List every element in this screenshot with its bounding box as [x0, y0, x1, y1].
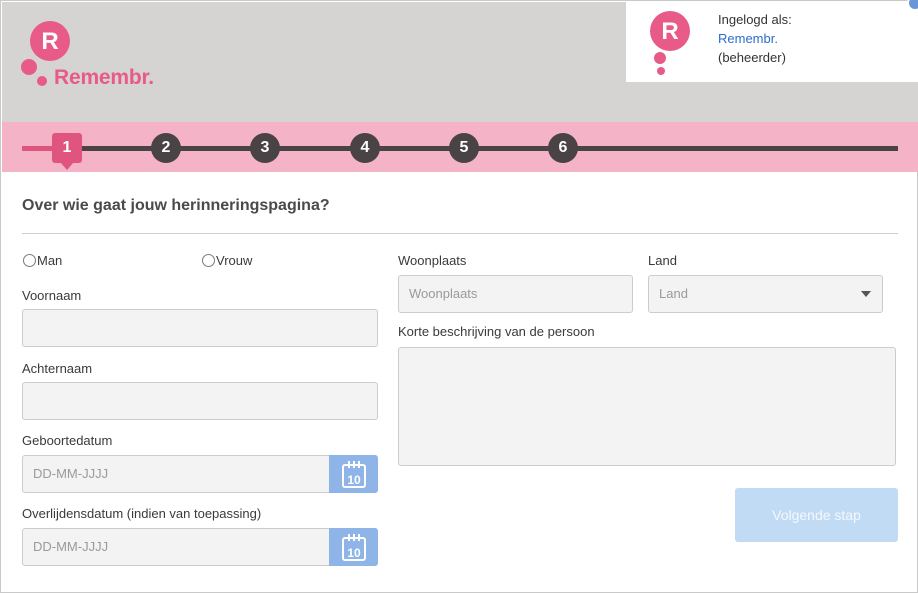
- calendar-day: 10: [347, 546, 361, 560]
- step-6[interactable]: 6: [548, 133, 578, 163]
- country-label: Land: [648, 253, 677, 268]
- description-textarea[interactable]: [398, 347, 896, 466]
- description-label: Korte beschrijving van de persoon: [398, 324, 595, 339]
- user-avatar-icon: R: [650, 11, 690, 75]
- svg-text:R: R: [41, 28, 58, 55]
- page-frame: R Remembr. R Ingelogd als: Remembr. (beh…: [0, 0, 918, 593]
- death-date-field[interactable]: DD-MM-JJJJ: [22, 528, 330, 566]
- user-role: (beheerder): [718, 50, 786, 65]
- calendar-icon: 10: [342, 534, 366, 561]
- last-name-label: Achternaam: [22, 361, 93, 376]
- brand-name: Remembr.: [54, 66, 154, 89]
- city-field[interactable]: Woonplaats: [398, 275, 633, 313]
- gender-male-label: Man: [37, 253, 63, 268]
- step-2[interactable]: 2: [151, 133, 181, 163]
- city-label: Woonplaats: [398, 253, 467, 268]
- country-select[interactable]: Land: [648, 275, 883, 313]
- gender-female-label: Vrouw: [216, 253, 253, 268]
- progress-stepper: 1 2 3 4 5 6: [2, 122, 918, 172]
- first-name-label: Voornaam: [22, 288, 82, 303]
- calendar-day: 10: [347, 473, 361, 487]
- chevron-down-icon: [861, 291, 871, 297]
- death-date-calendar-button[interactable]: 10: [329, 528, 378, 566]
- step-4[interactable]: 4: [350, 133, 380, 163]
- gender-male-radio[interactable]: Man: [23, 253, 62, 268]
- birth-date-field[interactable]: DD-MM-JJJJ: [22, 455, 330, 493]
- logged-in-label: Ingelogd als:: [718, 12, 792, 27]
- birth-date-calendar-button[interactable]: 10: [329, 455, 378, 493]
- step-5[interactable]: 5: [449, 133, 479, 163]
- step-3[interactable]: 3: [250, 133, 280, 163]
- last-name-field[interactable]: [22, 382, 378, 420]
- radio-icon[interactable]: [202, 254, 215, 267]
- calendar-icon: 10: [342, 461, 366, 488]
- radio-icon[interactable]: [23, 254, 36, 267]
- form-title: Over wie gaat jouw herinneringspagina?: [22, 197, 330, 214]
- death-date-label: Overlijdensdatum (indien van toepassing): [22, 506, 262, 521]
- user-name-link[interactable]: Remembr.: [718, 29, 792, 48]
- gender-female-radio[interactable]: Vrouw: [202, 253, 252, 268]
- first-name-field[interactable]: [22, 309, 378, 347]
- next-step-button[interactable]: Volgende stap: [735, 488, 898, 542]
- step-1[interactable]: 1: [52, 133, 82, 170]
- svg-text:R: R: [661, 18, 678, 45]
- birth-date-label: Geboortedatum: [22, 433, 113, 448]
- divider: [22, 233, 898, 234]
- user-panel: R Ingelogd als: Remembr. (beheerder): [626, 2, 918, 82]
- brand-logo[interactable]: R Remembr.: [20, 20, 170, 90]
- country-selected-value: Land: [659, 286, 688, 301]
